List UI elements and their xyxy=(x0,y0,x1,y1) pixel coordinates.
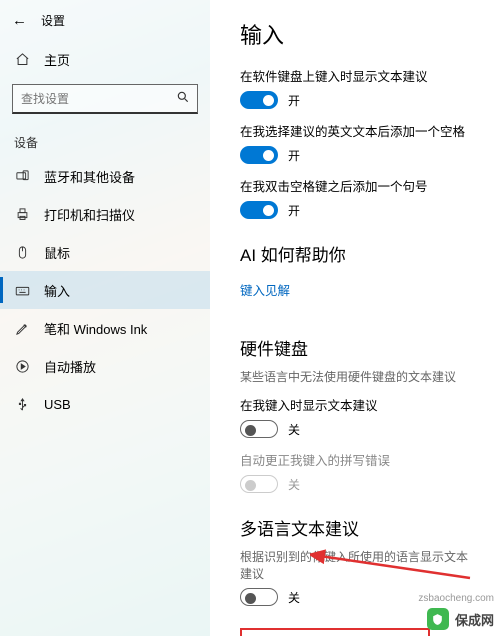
keyboard-icon xyxy=(14,283,30,298)
sidebar-item-bluetooth[interactable]: 蓝牙和其他设备 xyxy=(0,157,210,195)
toggle-state: 开 xyxy=(288,202,300,219)
hardware-keyboard-desc: 某些语言中无法使用硬件键盘的文本建议 xyxy=(240,368,476,385)
page-title: 输入 xyxy=(240,18,476,50)
toggle-state: 关 xyxy=(288,476,300,493)
devices-section-label: 设备 xyxy=(0,124,210,157)
sidebar-item-label: 蓝牙和其他设备 xyxy=(44,167,135,186)
toggle-multilang[interactable] xyxy=(240,588,278,606)
pen-icon xyxy=(14,321,30,336)
watermark-url: zsbaocheng.com xyxy=(418,593,494,604)
toggle-state: 开 xyxy=(288,147,300,164)
sidebar-item-autoplay[interactable]: 自动播放 xyxy=(0,347,210,385)
toggle-hw-autocorrect xyxy=(240,475,278,493)
option-label: 在我键入时显示文本建议 xyxy=(240,395,476,414)
toggle-hw-suggestions[interactable] xyxy=(240,420,278,438)
sidebar-item-usb[interactable]: USB xyxy=(0,385,210,423)
sidebar: ← 设置 主页 设备 xyxy=(0,0,210,636)
search-icon xyxy=(176,90,190,107)
bluetooth-icon xyxy=(14,169,30,184)
mouse-icon xyxy=(14,245,30,260)
sidebar-item-label: 打印机和扫描仪 xyxy=(44,205,135,224)
annotation-highlight-box: 更多键盘设置 高级键盘设置 xyxy=(240,628,430,636)
watermark-text: 保成网 xyxy=(455,610,494,629)
option-label-disabled: 自动更正我键入的拼写错误 xyxy=(240,450,476,469)
option-label: 在软件键盘上键入时显示文本建议 xyxy=(240,66,476,85)
toggle-state: 开 xyxy=(288,92,300,109)
toggle-space-after-suggest[interactable] xyxy=(240,146,278,164)
section-heading-ai: AI 如何帮助你 xyxy=(240,241,476,266)
printer-icon xyxy=(14,207,30,222)
autoplay-icon xyxy=(14,359,30,374)
home-nav-item[interactable]: 主页 xyxy=(0,40,210,78)
sidebar-item-label: 笔和 Windows Ink xyxy=(44,319,147,338)
sidebar-item-label: 自动播放 xyxy=(44,357,96,376)
home-icon xyxy=(14,52,30,67)
sidebar-item-pen[interactable]: 笔和 Windows Ink xyxy=(0,309,210,347)
toggle-state: 关 xyxy=(288,421,300,438)
back-button[interactable]: ← xyxy=(12,12,27,29)
usb-icon xyxy=(14,397,30,412)
multilang-desc: 根据识别到的你键入所使用的语言显示文本建议 xyxy=(240,548,476,582)
sidebar-item-label: 鼠标 xyxy=(44,243,70,262)
sidebar-item-label: USB xyxy=(44,397,71,412)
search-input[interactable] xyxy=(21,92,176,106)
sidebar-item-printers[interactable]: 打印机和扫描仪 xyxy=(0,195,210,233)
sidebar-item-mouse[interactable]: 鼠标 xyxy=(0,233,210,271)
typing-insights-link[interactable]: 键入见解 xyxy=(240,280,290,299)
toggle-period-double-space[interactable] xyxy=(240,201,278,219)
option-label: 在我双击空格键之后添加一个句号 xyxy=(240,176,476,195)
content-panel: 输入 在软件键盘上键入时显示文本建议 开 在我选择建议的英文文本后添加一个空格 … xyxy=(210,0,500,636)
watermark: 保成网 xyxy=(427,608,494,630)
window-title: 设置 xyxy=(41,12,65,29)
sidebar-item-typing[interactable]: 输入 xyxy=(0,271,210,309)
sidebar-item-label: 输入 xyxy=(44,281,70,300)
search-input-wrap[interactable] xyxy=(12,84,198,114)
watermark-badge-icon xyxy=(427,608,449,630)
toggle-soft-keyboard-suggest[interactable] xyxy=(240,91,278,109)
option-label: 在我选择建议的英文文本后添加一个空格 xyxy=(240,121,476,140)
toggle-state: 关 xyxy=(288,589,300,606)
section-heading-multilang: 多语言文本建议 xyxy=(240,515,476,540)
home-label: 主页 xyxy=(44,50,70,69)
section-heading-hardware: 硬件键盘 xyxy=(240,335,476,360)
